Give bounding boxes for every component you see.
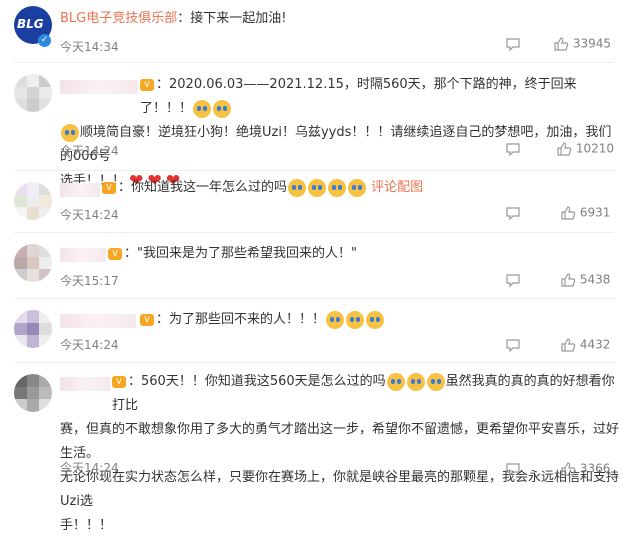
thumbs-up-icon xyxy=(561,273,576,287)
crying-emoji-icon xyxy=(328,178,347,197)
reply-icon[interactable] xyxy=(505,337,521,353)
crying-emoji-icon xyxy=(308,178,327,197)
like-count: 5438 xyxy=(579,272,611,287)
timestamp: 今天14:24 xyxy=(60,208,119,222)
divider xyxy=(14,232,614,233)
timestamp: 今天14:34 xyxy=(60,40,119,54)
thumbs-up-icon xyxy=(561,338,576,352)
vip-badge-icon: V xyxy=(140,313,154,326)
crying-emoji-icon xyxy=(61,123,79,142)
divider xyxy=(14,298,614,299)
image-attachment-link[interactable]: 评论配图 xyxy=(371,180,423,195)
like-count: 4432 xyxy=(579,337,611,352)
comment-text: V ：560天！！你知道我这560天是怎么过的吗 虽然我真的真的真的好想看你打比 赛… xyxy=(60,370,620,538)
comment-body: ：你知道我这一年怎么过的吗 xyxy=(118,180,288,195)
comment-line: 手！！！ xyxy=(60,518,113,533)
reply-icon[interactable] xyxy=(505,272,521,288)
crying-emoji-icon xyxy=(346,310,365,329)
vip-badge-icon: V xyxy=(140,78,154,91)
crying-emoji-icon xyxy=(406,372,425,391)
crying-emoji-icon xyxy=(213,99,232,118)
thumbs-up-icon xyxy=(561,462,576,476)
crying-emoji-icon xyxy=(288,178,307,197)
comment-body: ："我回来是为了那些希望我回来的人！" xyxy=(124,246,357,261)
comment-line: 无论你现在实力状态怎么样，只要你在赛场上，你就是峡谷里最亮的那颗星，我会永远相信… xyxy=(60,470,620,509)
vip-badge-icon: V xyxy=(108,247,122,260)
comment-line: 赛，但真的不敢想象你用了多大的勇气才踏出这一步，希望你不留遗憾，更希望你平安喜乐… xyxy=(60,422,620,461)
divider xyxy=(14,62,614,63)
avatar[interactable] xyxy=(14,74,52,112)
crying-emoji-icon xyxy=(348,178,367,197)
timestamp: 今天15:17 xyxy=(60,274,119,288)
thumbs-up-icon xyxy=(554,37,569,51)
timestamp: 今天14:24 xyxy=(60,461,119,475)
blg-logo: BLG xyxy=(17,17,44,31)
verified-icon: ✓ xyxy=(38,34,51,47)
like-button[interactable]: 3366 xyxy=(560,461,610,477)
reply-icon[interactable] xyxy=(505,205,521,221)
comment-body: ：接下来一起加油! xyxy=(177,11,287,26)
crying-emoji-icon xyxy=(193,99,212,118)
divider xyxy=(14,362,614,363)
thumbs-up-icon xyxy=(561,206,576,220)
reply-icon[interactable] xyxy=(505,36,521,52)
comment-text: V ："我回来是为了那些希望我回来的人！" xyxy=(60,242,620,266)
like-button[interactable]: 5438 xyxy=(560,272,610,288)
avatar[interactable] xyxy=(14,244,52,282)
vip-badge-icon: V xyxy=(112,375,126,388)
avatar[interactable] xyxy=(14,310,52,348)
crying-emoji-icon xyxy=(426,372,445,391)
comment-text: V ：你知道我这一年怎么过的吗 评论配图 xyxy=(60,176,620,200)
reply-icon[interactable] xyxy=(505,141,521,157)
avatar[interactable] xyxy=(14,182,52,220)
crying-emoji-icon xyxy=(326,310,345,329)
like-button[interactable]: 6931 xyxy=(560,205,610,221)
avatar[interactable] xyxy=(14,374,52,412)
timestamp: 今天14:24 xyxy=(60,144,119,158)
crying-emoji-icon xyxy=(386,372,405,391)
timestamp: 今天14:24 xyxy=(60,338,119,352)
like-count: 10210 xyxy=(575,141,615,156)
divider xyxy=(14,170,614,171)
like-button[interactable]: 10210 xyxy=(556,141,614,157)
comment-text: BLG电子竞技俱乐部：接下来一起加油! xyxy=(60,7,620,31)
like-count: 3366 xyxy=(579,461,611,476)
reply-icon[interactable] xyxy=(505,461,521,477)
like-count: 6931 xyxy=(579,205,611,220)
crying-emoji-icon xyxy=(366,310,385,329)
like-button[interactable]: 4432 xyxy=(560,337,610,353)
user-name[interactable]: BLG电子竞技俱乐部 xyxy=(60,11,177,26)
comment-line: 顺境简自豪！逆境狂小狗！绝境Uzi！乌兹yyds！！！请继续追逐自己的梦想吧，加… xyxy=(60,125,612,164)
like-count: 33945 xyxy=(572,36,612,51)
vip-badge-icon: V xyxy=(102,181,116,194)
comment-line: ：560天！！你知道我这560天是怎么过的吗 xyxy=(128,374,386,389)
comment-text: V ：为了那些回不来的人！！！ xyxy=(60,308,620,332)
comment-body: ：为了那些回不来的人！！！ xyxy=(156,312,326,327)
like-button[interactable]: 33945 xyxy=(553,36,611,52)
thumbs-up-icon xyxy=(557,142,572,156)
